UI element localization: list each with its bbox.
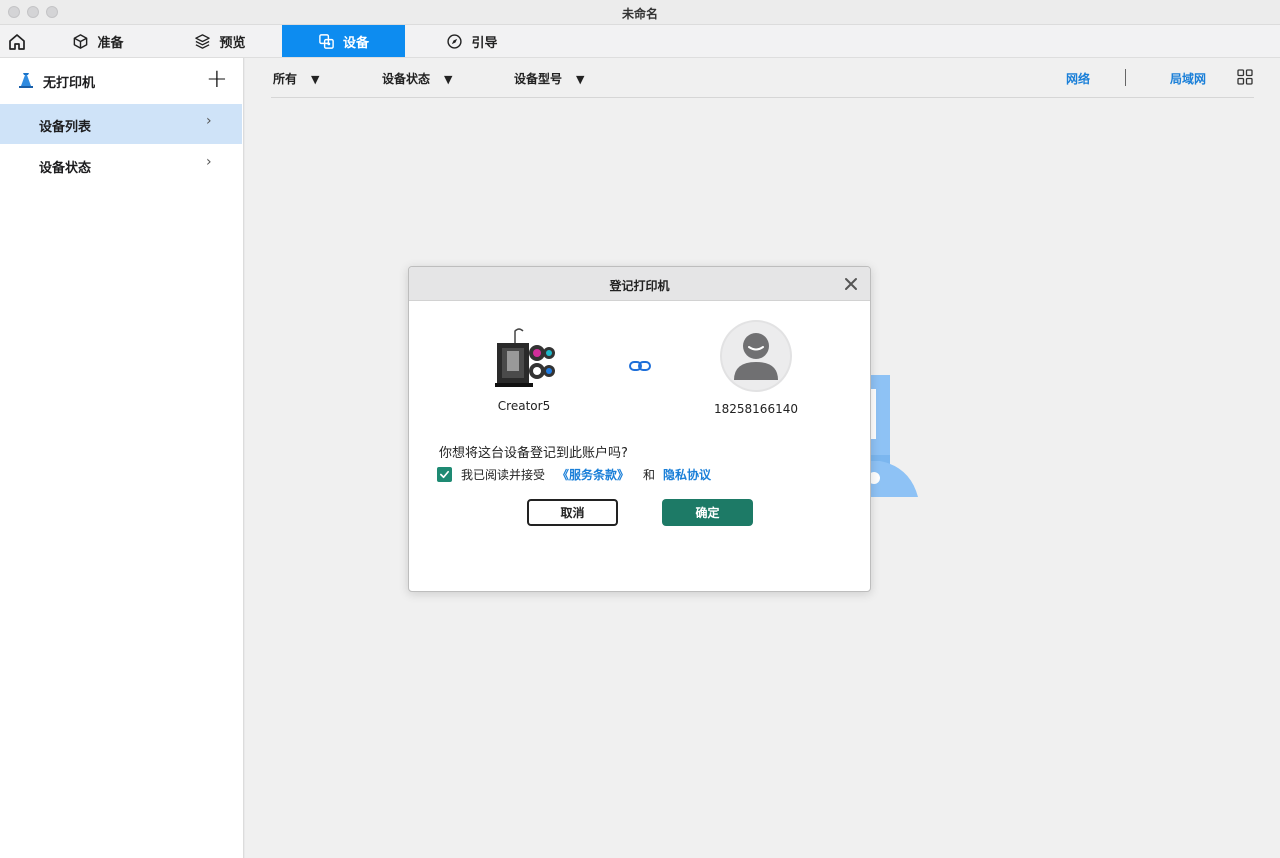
dialog-header: 登记打印机 <box>409 267 870 301</box>
printer-status-label: 无打印机 <box>43 76 96 91</box>
privacy-link[interactable]: 隐私协议 <box>663 466 711 483</box>
network-link[interactable]: 网络 <box>1066 70 1090 87</box>
home-icon <box>9 34 25 50</box>
tab-preview[interactable]: 预览 <box>180 25 260 57</box>
triangle-down-icon: ▼ <box>444 73 453 86</box>
dialog-title: 登记打印机 <box>609 279 670 293</box>
window-title: 未命名 <box>621 7 658 21</box>
triangle-down-icon: ▼ <box>311 73 320 86</box>
sidebar-item-device-status[interactable]: 设备状态 › <box>0 145 242 185</box>
sidebar-item-device-list[interactable]: 设备列表 › <box>0 104 242 144</box>
home-button[interactable] <box>6 31 28 53</box>
tab-label: 准备 <box>97 35 124 51</box>
tab-label: 引导 <box>471 35 498 51</box>
register-printer-dialog: 登记打印机 Creator5 18258166140 你想将这台设备登记到此账户… <box>408 266 871 592</box>
tab-device[interactable]: 设备 <box>282 25 405 57</box>
check-icon <box>440 470 449 478</box>
filter-label: 设备状态 <box>382 72 431 86</box>
tab-label: 设备 <box>342 35 369 51</box>
sidebar-item-label: 设备状态 <box>39 161 92 176</box>
printer-name: Creator5 <box>497 399 551 413</box>
confirm-button[interactable]: 确定 <box>662 499 753 526</box>
filter-label: 所有 <box>273 72 298 86</box>
sidebar-item-label: 设备列表 <box>39 120 92 135</box>
filter-label: 设备型号 <box>514 72 563 86</box>
agree-checkbox[interactable] <box>437 466 452 482</box>
filter-all-dropdown[interactable]: 所有 ▼ <box>273 70 319 87</box>
divider <box>1125 69 1126 86</box>
printer-icon <box>19 73 33 88</box>
avatar-icon <box>720 320 792 392</box>
tab-label: 预览 <box>219 35 246 51</box>
tab-guide[interactable]: 引导 <box>432 25 512 57</box>
title-bar: 未命名 <box>0 0 1280 25</box>
register-question: 你想将这台设备登记到此账户吗? <box>439 446 628 461</box>
agree-text: 我已阅读并接受 <box>461 467 546 482</box>
cancel-button[interactable]: 取消 <box>527 499 618 526</box>
cube-icon <box>74 33 88 49</box>
printer-image <box>495 328 555 387</box>
layers-icon <box>195 33 211 49</box>
link-icon <box>629 361 651 371</box>
printer-header: 无打印机 + <box>0 58 244 102</box>
chevron-right-icon: › <box>206 154 212 170</box>
sidebar: 无打印机 + 设备列表 › 设备状态 › <box>0 58 244 858</box>
close-icon[interactable] <box>843 276 859 292</box>
account-number: 18258166140 <box>714 402 798 416</box>
agreement-row: 我已阅读并接受 《服务条款》 和 隐私协议 <box>437 465 711 483</box>
terms-link[interactable]: 《服务条款》 <box>557 466 629 483</box>
filter-model-dropdown[interactable]: 设备型号 ▼ <box>514 70 584 87</box>
triangle-down-icon: ▼ <box>576 73 585 86</box>
tab-prepare[interactable]: 准备 <box>58 25 138 57</box>
device-icon <box>319 33 334 49</box>
and-text: 和 <box>643 467 656 482</box>
lan-link[interactable]: 局域网 <box>1170 70 1206 87</box>
add-printer-button[interactable]: + <box>206 66 228 92</box>
filter-bar: 所有 ▼ 设备状态 ▼ 设备型号 ▼ 网络 局域网 <box>271 58 1254 98</box>
compass-icon <box>447 33 463 49</box>
tab-bar: 准备 预览 设备 引导 <box>0 25 1280 58</box>
filter-status-dropdown[interactable]: 设备状态 ▼ <box>382 70 452 87</box>
grid-view-icon[interactable] <box>1237 69 1253 85</box>
chevron-right-icon: › <box>206 113 212 129</box>
